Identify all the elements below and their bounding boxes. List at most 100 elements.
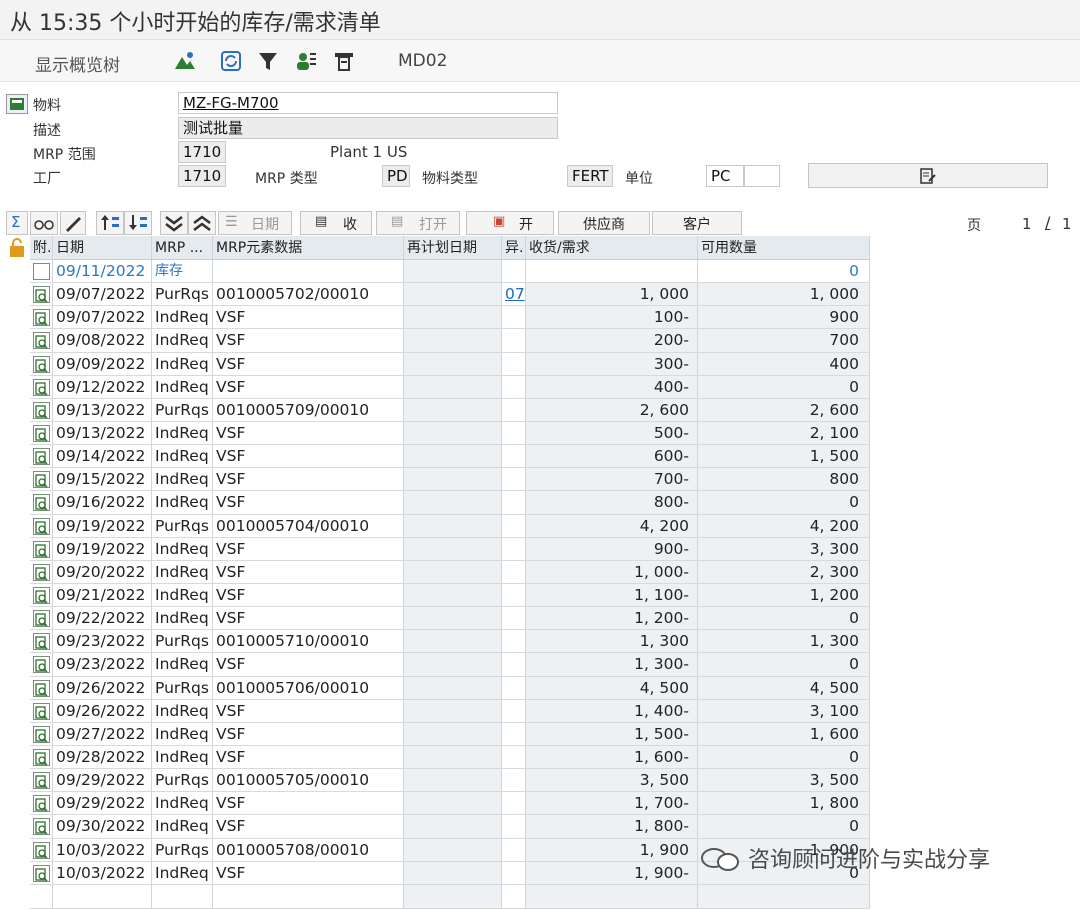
document-icon[interactable]	[33, 656, 50, 674]
table-row[interactable]: 09/27/2022 IndReq VSF 1, 500- 1, 600	[30, 722, 870, 746]
table-row[interactable]: 09/29/2022 IndReq VSF 1, 700- 1, 800	[30, 792, 870, 816]
stock-date: 09/11/2022	[53, 260, 152, 283]
table-row[interactable]: 09/20/2022 IndReq VSF 1, 000- 2, 300	[30, 560, 870, 584]
document-icon[interactable]	[33, 702, 50, 720]
document-icon[interactable]	[33, 725, 50, 743]
user-list-icon[interactable]	[294, 49, 318, 73]
document-icon[interactable]	[33, 864, 50, 882]
receipt-button[interactable]: ▤ 收	[300, 211, 372, 235]
col-reschedule[interactable]: 再计划日期	[404, 236, 502, 259]
document-icon[interactable]	[33, 818, 50, 836]
table-row[interactable]: 09/26/2022 IndReq VSF 1, 400- 3, 100	[30, 699, 870, 723]
document-icon[interactable]	[33, 332, 50, 350]
stock-row[interactable]: 09/11/2022 库存 0	[30, 260, 870, 284]
cell-available: 0	[698, 491, 870, 514]
col-receipt[interactable]: 收货/需求	[526, 236, 698, 259]
page-current[interactable]: 1	[1022, 215, 1032, 233]
open-button[interactable]: ▤ 打开	[376, 211, 460, 235]
document-icon[interactable]	[33, 517, 50, 535]
document-icon[interactable]	[33, 355, 50, 373]
refresh-icon[interactable]	[219, 49, 243, 73]
table-row[interactable]: 09/09/2022 IndReq VSF 300- 400	[30, 352, 870, 376]
table-row[interactable]: 09/12/2022 IndReq VSF 400- 0	[30, 375, 870, 399]
col-mrp[interactable]: MRP ...	[152, 236, 213, 259]
col-date[interactable]: 日期	[53, 236, 152, 259]
document-icon[interactable]	[33, 841, 50, 859]
table-row[interactable]: 09/21/2022 IndReq VSF 1, 100- 1, 200	[30, 583, 870, 608]
sort-up-button[interactable]	[96, 211, 124, 235]
filter-icon[interactable]	[256, 49, 280, 73]
cell-mrp: IndReq	[152, 792, 213, 815]
document-icon[interactable]	[33, 494, 50, 512]
table-row[interactable]: 09/13/2022 IndReq VSF 500- 2, 100	[30, 421, 870, 446]
document-icon[interactable]	[33, 401, 50, 419]
table-row[interactable]: 09/23/2022 IndReq VSF 1, 300- 0	[30, 653, 870, 677]
material-type-field: FERT	[567, 165, 613, 187]
document-icon[interactable]	[33, 795, 50, 813]
expand-all-button[interactable]	[160, 211, 188, 235]
table-row[interactable]: 09/16/2022 IndReq VSF 800- 0	[30, 491, 870, 515]
col-attach[interactable]: 附.	[30, 236, 53, 259]
table-row[interactable]: 09/15/2022 IndReq VSF 700- 800	[30, 468, 870, 492]
table-row[interactable]: 09/07/2022 IndReq VSF 100- 900	[30, 306, 870, 330]
document-icon[interactable]	[33, 378, 50, 396]
document-icon[interactable]	[33, 540, 50, 558]
table-row[interactable]: 09/19/2022 IndReq VSF 900- 3, 300	[30, 537, 870, 561]
print-icon[interactable]	[332, 49, 356, 73]
table-row[interactable]: 09/28/2022 IndReq VSF 1, 600- 0	[30, 745, 870, 770]
document-icon[interactable]	[33, 563, 50, 581]
table-row[interactable]: 09/30/2022 IndReq VSF 1, 800- 0	[30, 815, 870, 839]
customer-button[interactable]: 客户	[652, 211, 742, 235]
cell-exception[interactable]: 07	[502, 283, 526, 306]
cell-element: VSF	[213, 537, 404, 560]
col-element[interactable]: MRP元素数据	[213, 236, 404, 259]
document-icon[interactable]	[33, 263, 50, 280]
table-row[interactable]: 09/22/2022 IndReq VSF 1, 200- 0	[30, 607, 870, 631]
material-field[interactable]: MZ-FG-M700	[178, 92, 558, 114]
cell-resched	[404, 676, 502, 699]
table-row[interactable]: 09/29/2022 PurRqs 0010005705/00010 3, 500 3,…	[30, 769, 870, 793]
mountain-icon[interactable]	[173, 49, 197, 73]
document-icon[interactable]	[33, 424, 50, 442]
document-icon[interactable]	[33, 448, 50, 466]
cell-date: 09/14/2022	[53, 445, 152, 468]
document-icon[interactable]	[33, 772, 50, 790]
document-icon[interactable]	[33, 748, 50, 766]
table-row[interactable]: 09/26/2022 PurRqs 0010005706/00010 4, 500 4,…	[30, 676, 870, 700]
document-icon[interactable]	[33, 610, 50, 628]
sum-button[interactable]: Σ	[6, 211, 28, 235]
edit-button[interactable]	[60, 211, 86, 235]
col-exception[interactable]: 异.	[502, 236, 526, 259]
col-available[interactable]: 可用数量	[698, 236, 870, 259]
collapse-all-button[interactable]	[188, 211, 216, 235]
table-row[interactable]: 09/19/2022 PurRqs 0010005704/00010 4, 200 4,…	[30, 514, 870, 538]
document-icon[interactable]	[33, 679, 50, 697]
date-button[interactable]: ☰ 日期	[218, 211, 292, 235]
document-icon[interactable]	[33, 586, 50, 604]
table-row[interactable]: 09/08/2022 IndReq VSF 200- 700	[30, 329, 870, 353]
row-icon-cell	[30, 838, 53, 861]
table-row[interactable]: 09/14/2022 IndReq VSF 600- 1, 500	[30, 445, 870, 469]
document-icon[interactable]	[33, 286, 50, 304]
sort-down-button[interactable]	[124, 211, 152, 235]
table-row[interactable]: 09/13/2022 PurRqs 0010005709/00010 2, 600 2,…	[30, 398, 870, 422]
table-row[interactable]: 10/03/2022 IndReq VSF 1, 900- 0	[30, 861, 870, 885]
table-row[interactable]: 10/03/2022 PurRqs 0010005708/00010 1, 900 1,…	[30, 838, 870, 862]
table-row[interactable]: 09/07/2022 PurRqs 0010005702/00010 07 1, 000…	[30, 283, 870, 307]
material-header-toggle[interactable]	[6, 94, 28, 114]
open-element-button[interactable]: ▣ 开	[466, 211, 554, 235]
overview-tree-button[interactable]: 显示概览树	[35, 51, 120, 76]
table-row[interactable]: 09/23/2022 PurRqs 0010005710/00010 1, 300 1,…	[30, 630, 870, 654]
header-detail-button[interactable]	[808, 163, 1048, 188]
empty-cell	[698, 884, 870, 908]
glasses-button[interactable]	[30, 211, 58, 235]
document-icon[interactable]	[33, 471, 50, 489]
document-icon[interactable]	[33, 309, 50, 327]
lock-icon[interactable]	[7, 238, 27, 258]
document-icon[interactable]	[33, 633, 50, 651]
vendor-button[interactable]: 供应商	[558, 211, 650, 235]
row-icon-cell	[30, 306, 53, 329]
chevron-double-up-icon	[193, 215, 211, 231]
customer-button-label: 客户	[683, 217, 711, 233]
date-button-icon: ☰	[225, 214, 238, 230]
